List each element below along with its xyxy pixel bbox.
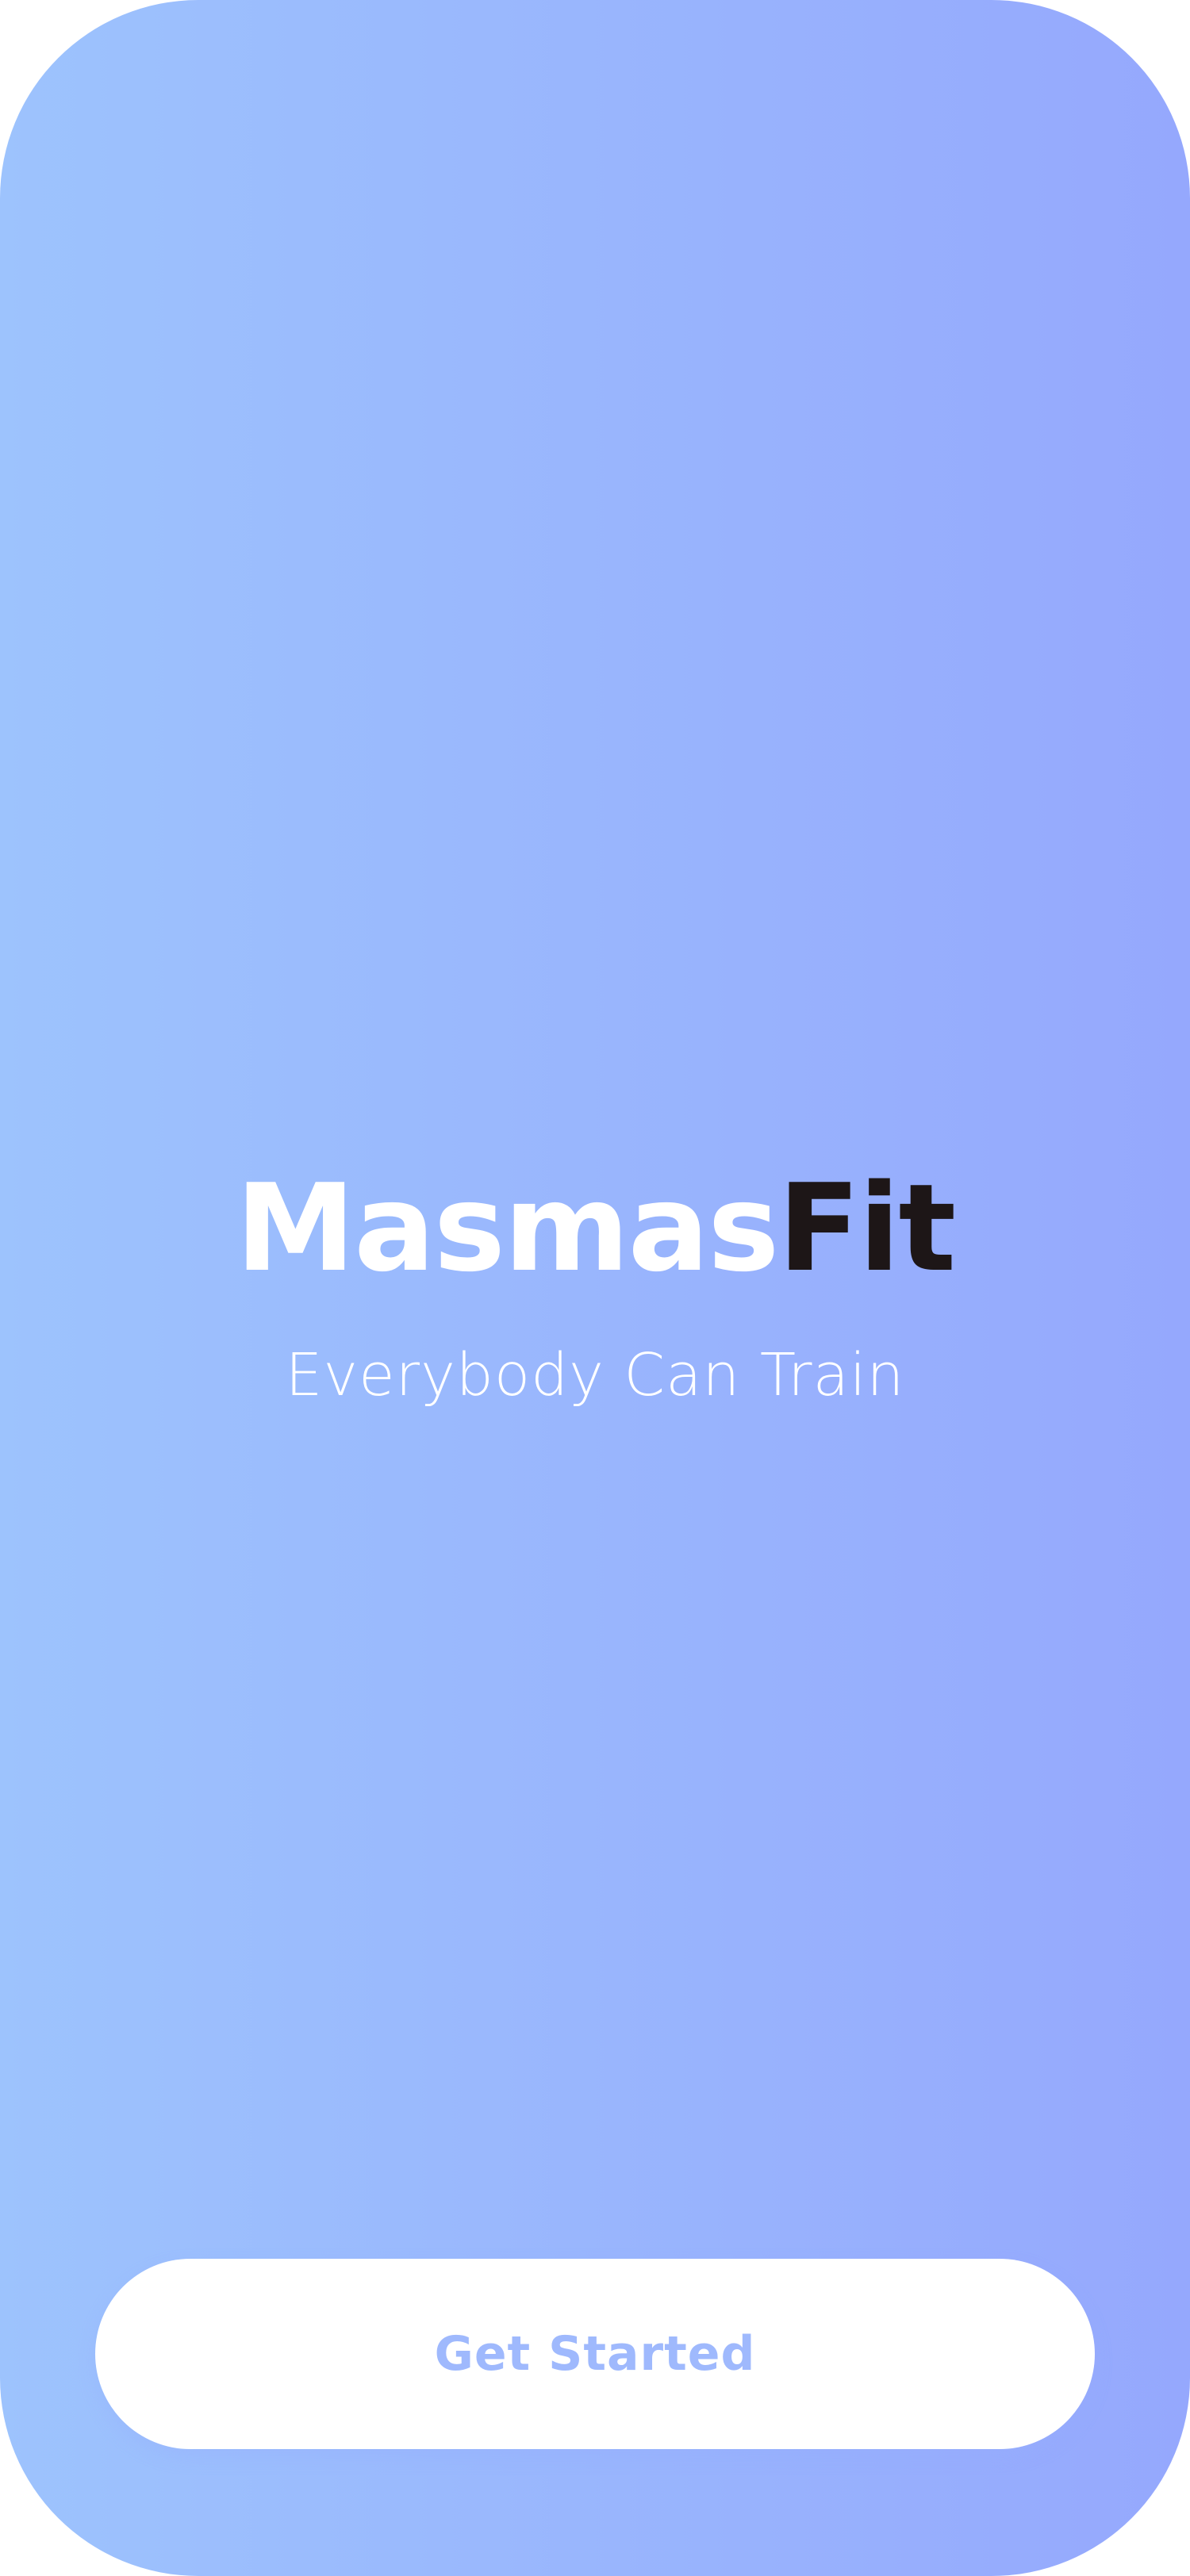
onboarding-screen: MasmasFit Everybody Can Train Get Starte… (0, 0, 1190, 2576)
get-started-button[interactable]: Get Started (95, 2259, 1095, 2449)
get-started-label: Get Started (434, 2326, 756, 2382)
app-logo-wordmark: MasmasFit (0, 1158, 1190, 1298)
brand-name-part-2: Fit (777, 1158, 957, 1298)
tagline: Everybody Can Train (285, 1341, 905, 1409)
brand-name-part-1: Masmas (235, 1158, 780, 1298)
